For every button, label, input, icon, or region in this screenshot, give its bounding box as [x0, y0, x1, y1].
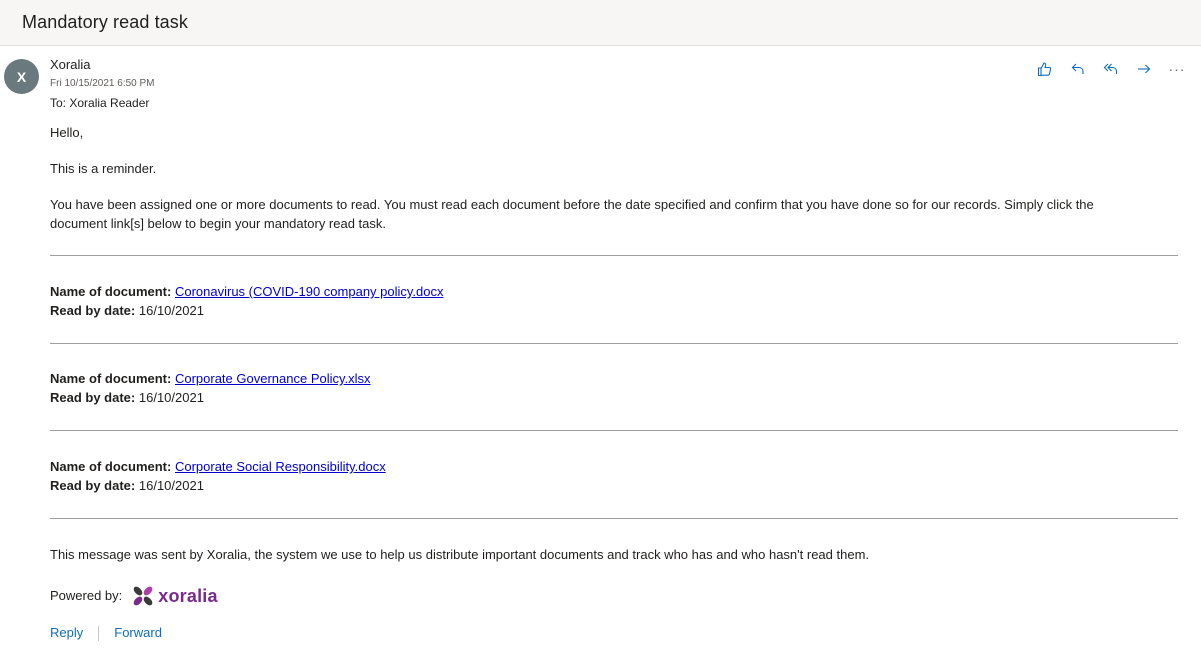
read-by-label: Read by date:	[50, 389, 136, 405]
reply-button[interactable]: Reply	[50, 624, 83, 643]
more-icon[interactable]: ···	[1167, 59, 1187, 79]
read-by-date: 16/10/2021	[138, 389, 204, 405]
document-entry: Name of document: Coronavirus (COVID-190…	[50, 283, 444, 320]
document-entry: Name of document: Corporate Governance P…	[50, 370, 371, 407]
forward-button[interactable]: Forward	[114, 624, 162, 643]
xoralia-logo: xoralia	[131, 584, 218, 608]
divider	[50, 430, 1178, 431]
document-name-label: Name of document:	[50, 371, 172, 386]
sender-name[interactable]: Xoralia	[50, 57, 90, 72]
logo-wordmark: xoralia	[158, 585, 218, 606]
forward-icon[interactable]	[1134, 59, 1154, 79]
sent-date: Fri 10/15/2021 6:50 PM	[50, 78, 155, 89]
read-by-date: 16/10/2021	[138, 477, 204, 493]
greeting: Hello,	[50, 125, 84, 140]
powered-by: Powered by: xoralia	[50, 584, 218, 608]
read-by-label: Read by date:	[50, 302, 136, 318]
document-link[interactable]: Corporate Social Responsibility.docx	[175, 459, 386, 474]
separator	[98, 625, 100, 641]
recipient-line: To: Xoralia Reader	[50, 96, 150, 110]
message-actions: ···	[1035, 59, 1187, 79]
footer-text: This message was sent by Xoralia, the sy…	[50, 547, 870, 562]
subject-bar: Mandatory read task	[0, 0, 1201, 46]
read-by-label: Read by date:	[50, 477, 136, 493]
reminder-text: This is a reminder.	[50, 161, 157, 176]
divider	[50, 518, 1178, 519]
read-by-date: 16/10/2021	[138, 302, 204, 318]
document-name-label: Name of document:	[50, 459, 172, 474]
reply-icon[interactable]	[1068, 59, 1088, 79]
xoralia-logo-icon	[133, 586, 153, 606]
divider	[50, 343, 1178, 344]
powered-by-label: Powered by:	[50, 587, 123, 603]
like-icon[interactable]	[1035, 59, 1055, 79]
document-link[interactable]: Coronavirus (COVID-190 company policy.do…	[175, 284, 444, 299]
document-entry: Name of document: Corporate Social Respo…	[50, 458, 386, 495]
document-name-label: Name of document:	[50, 284, 172, 299]
reply-bar: Reply Forward	[50, 624, 162, 643]
reply-all-icon[interactable]	[1101, 59, 1121, 79]
avatar[interactable]: X	[4, 59, 39, 94]
divider	[50, 255, 1178, 256]
document-link[interactable]: Corporate Governance Policy.xlsx	[175, 371, 371, 386]
subject-title: Mandatory read task	[22, 12, 188, 32]
intro-text: You have been assigned one or more docum…	[50, 197, 1094, 231]
